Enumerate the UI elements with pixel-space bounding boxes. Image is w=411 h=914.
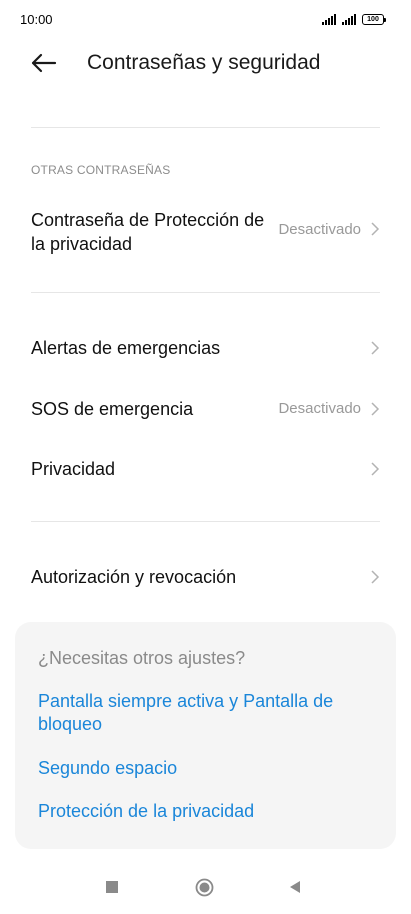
page-title: Contraseñas y seguridad: [87, 51, 321, 74]
divider: [31, 521, 380, 522]
triangle-left-icon[interactable]: [288, 880, 302, 894]
row-title: Alertas de emergencias: [31, 338, 221, 358]
chevron-right-icon: [371, 222, 380, 236]
header: Contraseñas y seguridad: [0, 40, 411, 86]
second-space-link[interactable]: Segundo espacio: [38, 757, 378, 780]
privacy-protection-password-row[interactable]: Contraseña de Protección de la privacida…: [0, 200, 411, 262]
row-value: Desactivado: [278, 221, 361, 238]
chevron-right-icon: [371, 341, 380, 355]
authorization-revocation-row[interactable]: Autorización y revocación: [0, 555, 411, 599]
chevron-right-icon: [371, 462, 380, 476]
signal-icon: [342, 14, 356, 25]
status-bar: 10:00 100: [0, 0, 411, 40]
privacy-protection-link[interactable]: Protección de la privacidad: [38, 800, 378, 823]
back-button[interactable]: [30, 50, 58, 76]
screen: 10:00 100 Contraseñas y seguridad OTRAS …: [0, 0, 411, 914]
card-title: ¿Necesitas otros ajustes?: [38, 648, 246, 668]
privacy-row[interactable]: Privacidad: [0, 447, 411, 491]
row-title: SOS de emergencia: [31, 399, 194, 419]
divider: [31, 292, 380, 293]
section-label: OTRAS CONTRASEÑAS: [31, 163, 171, 177]
suggestions-card: ¿Necesitas otros ajustes? Pantalla siemp…: [15, 622, 396, 849]
always-on-display-lock-screen-link[interactable]: Pantalla siempre activa y Pantalla de bl…: [38, 690, 378, 736]
battery-icon: 100: [362, 14, 386, 25]
chevron-right-icon: [371, 402, 380, 416]
status-time: 10:00: [20, 12, 53, 27]
row-title: Privacidad: [31, 459, 116, 479]
row-value: Desactivado: [278, 400, 361, 417]
row-title: Autorización y revocación: [31, 567, 237, 587]
emergency-alerts-row[interactable]: Alertas de emergencias: [0, 326, 411, 370]
chevron-right-icon: [371, 570, 380, 584]
emergency-sos-row[interactable]: SOS de emergencia Desactivado: [0, 387, 411, 431]
arrow-left-icon: [31, 53, 57, 73]
status-icons: 100: [322, 14, 386, 25]
navigation-bar: [0, 862, 411, 914]
row-title: Contraseña de Protección de la privacida…: [31, 210, 265, 254]
signal-icon: [322, 14, 336, 25]
divider: [31, 127, 380, 128]
square-icon[interactable]: [106, 881, 118, 893]
circle-icon[interactable]: [195, 878, 214, 897]
